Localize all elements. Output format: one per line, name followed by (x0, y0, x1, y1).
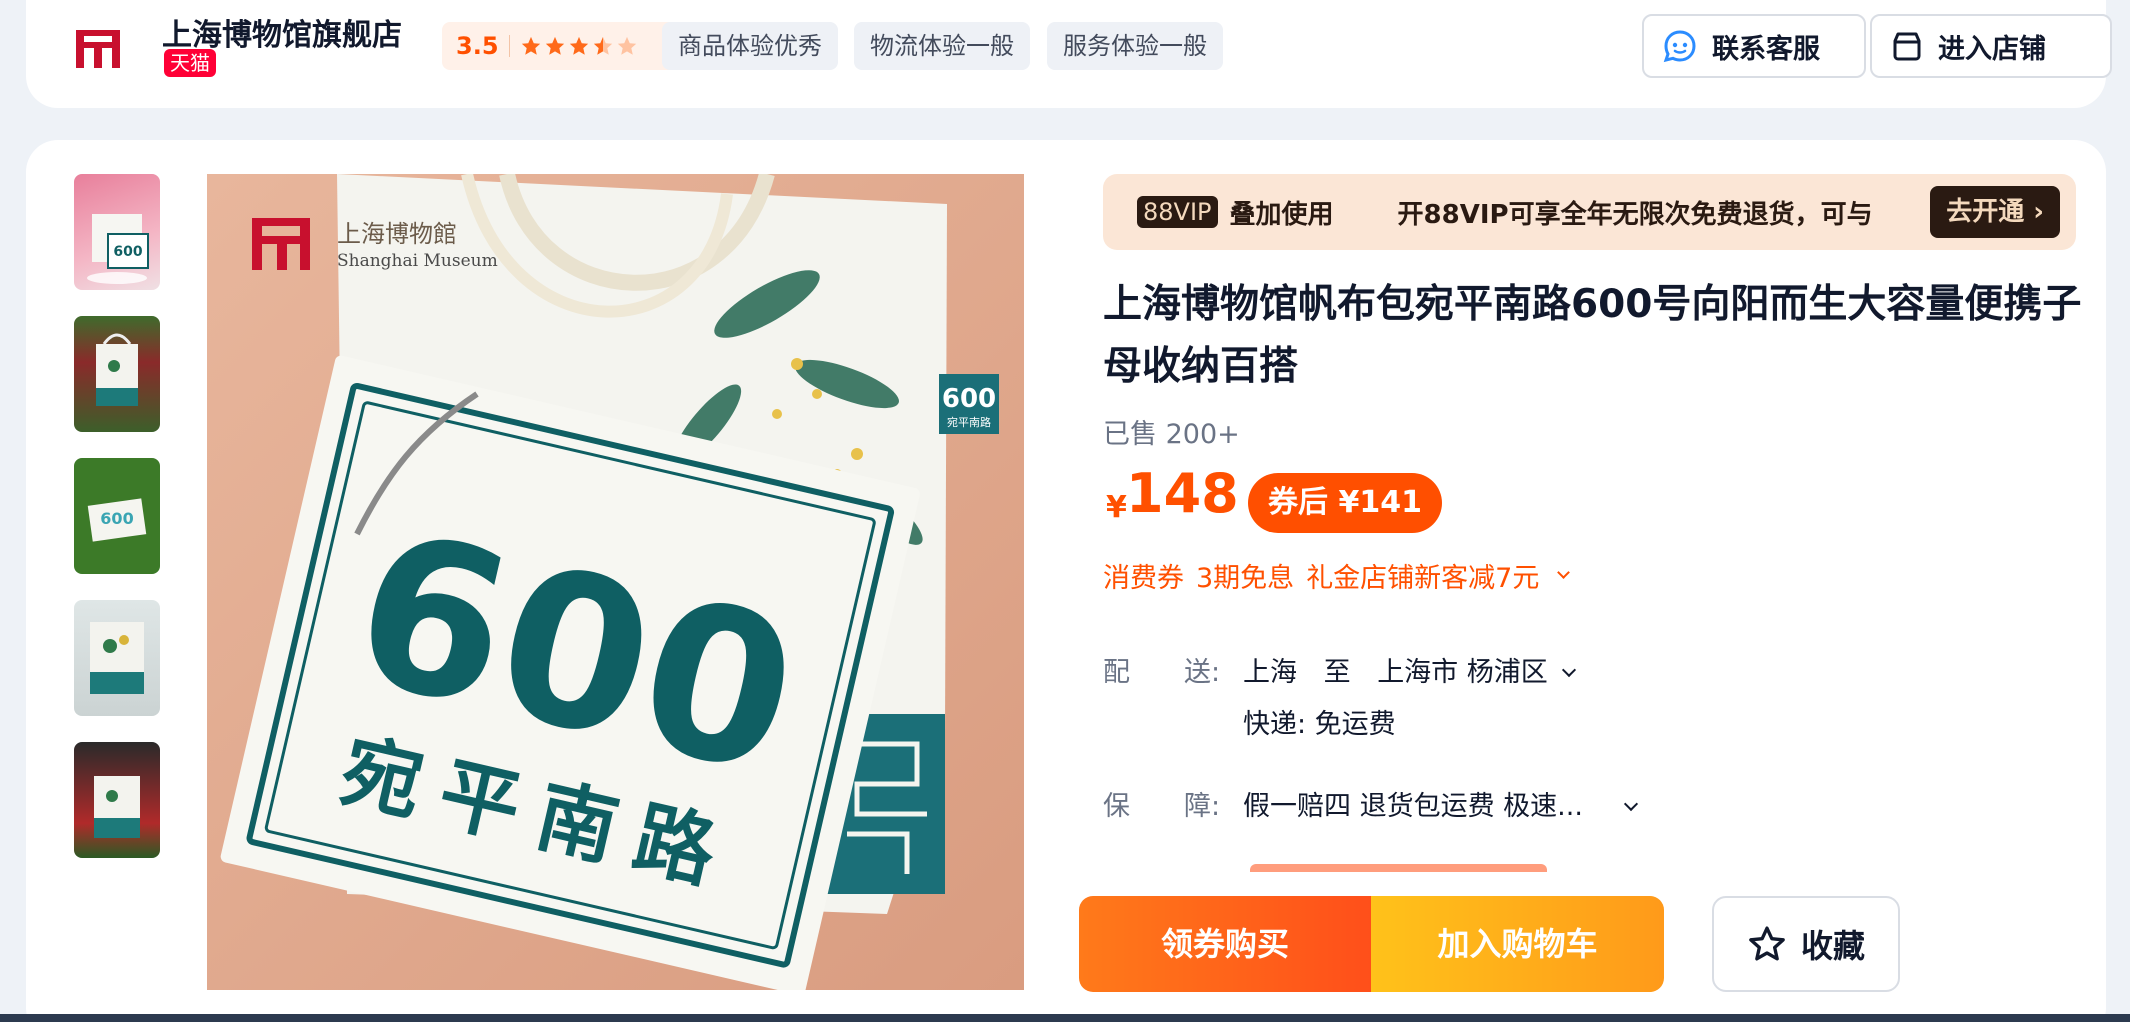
thumbnail-3[interactable]: 600 (72, 456, 162, 576)
shop-name[interactable]: 上海博物馆旗舰店 (162, 10, 402, 54)
chevron-down-icon (1557, 566, 1571, 579)
tag-product-experience: 商品体验优秀 (662, 22, 838, 70)
enter-store-label: 进入店铺 (1938, 33, 2046, 65)
enter-store-button[interactable]: 进入店铺 (1870, 14, 2112, 78)
contact-service-button[interactable]: 联系客服 (1642, 14, 1866, 78)
price-value: 148 (1126, 462, 1239, 525)
guarantee-text: 假一赔四 退货包运费 极速... (1243, 791, 1583, 822)
contact-service-label: 联系客服 (1712, 33, 1820, 65)
svg-text:600: 600 (113, 244, 142, 260)
guarantee-label: 保 障: (1103, 791, 1221, 822)
coupon-buy-button[interactable]: 领券购买 (1079, 896, 1371, 992)
shipping-info: 快递: 免运费 (1243, 709, 1396, 740)
thumbnail-2[interactable] (72, 314, 162, 434)
rating-value: 3.5 (456, 32, 499, 60)
tag-service-experience: 服务体验一般 (1047, 22, 1223, 70)
favorite-label: 收藏 (1800, 927, 1865, 965)
product-card: 600 600 600 宛平南路 上海博物館 Shanghai Museum 6… (26, 140, 2106, 1022)
thumbnail-4[interactable] (72, 598, 162, 718)
thumbnail-1[interactable]: 600 (72, 172, 162, 292)
shop-header: 上海博物馆旗舰店 天猫 3.5 商品体验优秀 物流体验一般 服务体验一般 联系客… (26, 0, 2112, 108)
sold-count: 已售 200+ (1103, 419, 1240, 450)
svg-text:600: 600 (100, 509, 133, 528)
chevron-down-icon (1623, 796, 1638, 812)
museum-logo-icon (252, 218, 310, 270)
thumbnail-5[interactable] (72, 740, 162, 860)
coupon-price-badge[interactable]: 券后 ¥141 (1248, 473, 1442, 533)
rating-stars (520, 35, 638, 57)
museum-logo-cn: 上海博物館 (337, 220, 457, 248)
vip-badge: 88VIP (1137, 196, 1218, 228)
promo-installment: 3期免息 (1196, 563, 1295, 594)
bag-tag-subtext: 宛平南路 (947, 415, 991, 429)
store-icon (1893, 32, 1921, 61)
guarantee-value[interactable]: 假一赔四 退货包运费 极速... (1243, 784, 1638, 823)
shop-logo-icon[interactable] (72, 22, 124, 74)
star-icon (569, 36, 588, 55)
partial-hidden-element (1250, 864, 1547, 872)
vip-description: 开88VIP可享全年无限次免费退货，可与 (1397, 199, 1873, 230)
vip-open-button[interactable]: 去开通 › (1930, 186, 2060, 238)
delivery-to-word: 至 (1323, 657, 1351, 688)
delivery-from: 上海 (1243, 657, 1297, 688)
star-empty-icon (617, 36, 636, 55)
price-currency: ¥ (1106, 490, 1127, 525)
tag-logistics-experience: 物流体验一般 (854, 22, 1030, 70)
product-title: 上海博物馆帆布包宛平南路600号向阳而生大容量便携子母收纳百搭 (1103, 282, 2082, 389)
shop-rating: 3.5 (442, 22, 682, 70)
star-icon (545, 36, 564, 55)
museum-logo-en: Shanghai Museum (337, 251, 498, 271)
promotion-row[interactable]: 消费券 3期免息 礼金店铺新客减7元 (1103, 556, 1571, 595)
star-icon (521, 36, 540, 55)
window-bottom-edge (0, 1014, 2130, 1022)
chevron-down-icon (1562, 662, 1577, 678)
promo-consumer-coupon: 消费券 (1103, 563, 1184, 594)
star-half-icon (593, 36, 612, 55)
add-to-cart-button[interactable]: 加入购物车 (1371, 896, 1664, 992)
promo-new-customer: 礼金店铺新客减7元 (1306, 563, 1540, 594)
delivery-label: 配 送: (1103, 657, 1221, 688)
rating-divider (508, 35, 510, 57)
delivery-route[interactable]: 上海 至 上海市 杨浦区 (1243, 650, 1577, 689)
delivery-to: 上海市 杨浦区 (1377, 657, 1548, 688)
bag-tag-number: 600 (942, 384, 996, 414)
customer-service-icon (1663, 30, 1696, 63)
star-outline-icon (1749, 926, 1785, 961)
vip-use-label: 叠加使用 (1229, 199, 1334, 230)
vip-banner: 88VIP 叠加使用 开88VIP可享全年无限次免费退货，可与 去开通 › (1103, 174, 2076, 250)
tmall-badge: 天猫 (164, 49, 216, 77)
product-main-image[interactable]: 600 宛平南路 上海博物館 Shanghai Museum 600 宛平南路 (207, 174, 1024, 990)
favorite-button[interactable]: 收藏 (1712, 896, 1900, 992)
